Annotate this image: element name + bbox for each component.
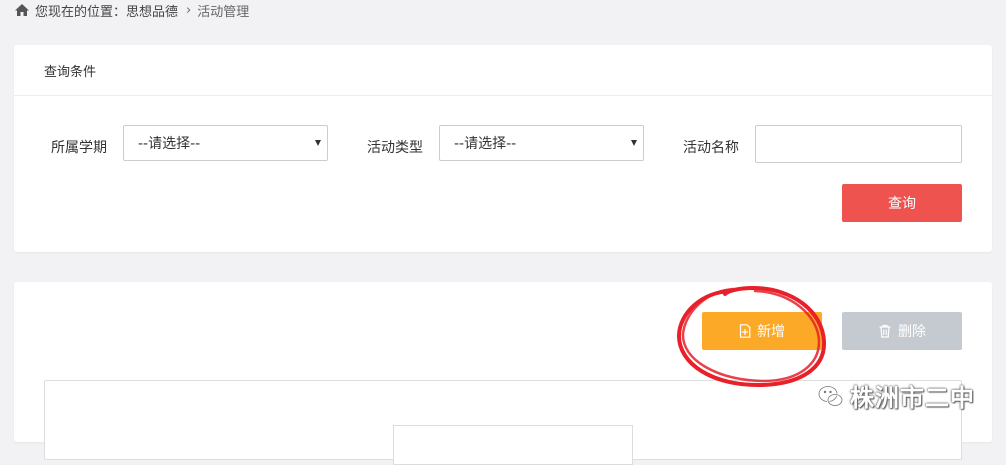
- activity-type-select[interactable]: --请选择--: [439, 125, 644, 161]
- trash-icon: [879, 324, 891, 338]
- activity-type-select-value: --请选择--: [454, 136, 517, 152]
- semester-select[interactable]: --请选择--: [123, 125, 328, 161]
- add-button-label: 新增: [757, 324, 785, 340]
- home-icon: [15, 4, 29, 16]
- breadcrumb-parent[interactable]: 思想品德: [126, 1, 178, 20]
- breadcrumb-prefix: 您现在的位置：: [35, 4, 127, 20]
- breadcrumb: 您现在的位置： 思想品德 › 活动管理: [14, 1, 250, 20]
- query-panel-title: 查询条件: [14, 45, 992, 96]
- breadcrumb-current: 活动管理: [197, 4, 250, 20]
- list-panel: 新增 删除: [14, 282, 992, 465]
- watermark-text: 株洲市二中: [850, 384, 975, 412]
- semester-select-value: --请选择--: [138, 136, 201, 152]
- activity-type-label: 活动类型: [367, 140, 423, 156]
- add-button[interactable]: 新增: [702, 312, 822, 350]
- delete-button[interactable]: 删除: [842, 312, 962, 350]
- activity-name-label: 活动名称: [683, 140, 739, 156]
- wechat-logo-icon: [817, 384, 844, 407]
- query-panel: 查询条件 所属学期 --请选择-- 活动类型 --请选择-- 活动名称 查询: [14, 45, 992, 252]
- add-file-icon: [739, 324, 751, 338]
- activity-name-input[interactable]: [755, 125, 962, 163]
- query-button[interactable]: 查询: [842, 184, 962, 222]
- chevron-right-icon: ›: [186, 2, 192, 18]
- table-inner-box: [393, 425, 633, 465]
- semester-label: 所属学期: [51, 140, 107, 156]
- delete-button-label: 删除: [898, 324, 926, 340]
- dropdown-caret-icon: [315, 140, 321, 146]
- watermark: 株洲市二中: [816, 378, 975, 413]
- dropdown-caret-icon: [631, 140, 637, 146]
